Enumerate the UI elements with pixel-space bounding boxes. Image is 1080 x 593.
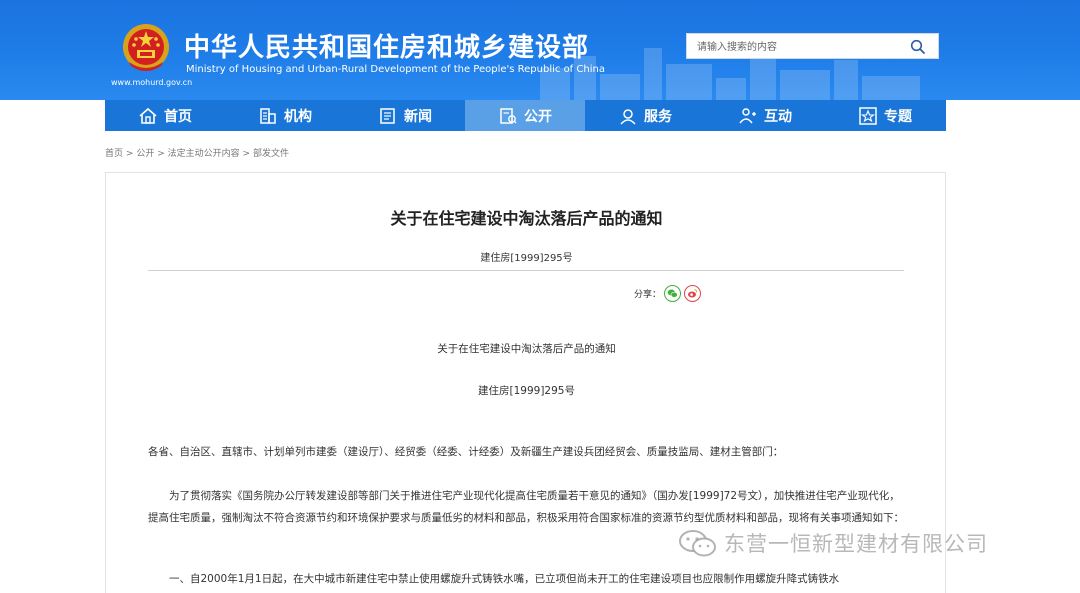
breadcrumb: 首页 > 公开 > 法定主动公开内容 > 部发文件 bbox=[105, 146, 289, 159]
breadcrumb-separator: > bbox=[157, 149, 165, 159]
search-box bbox=[686, 33, 939, 59]
nav-item-label: 公开 bbox=[524, 108, 552, 125]
site-url: www.mohurd.gov.cn bbox=[111, 78, 193, 87]
nav-item-label: 服务 bbox=[644, 108, 672, 125]
nav-item-label: 互动 bbox=[764, 108, 792, 125]
wechat-watermark-icon bbox=[679, 530, 716, 557]
paragraph-intro: 为了贯彻落实《国务院办公厅转发建设部等部门关于推进住宅产业现代化提高住宅质量若干… bbox=[148, 490, 904, 524]
nav-item-label: 机构 bbox=[284, 108, 312, 125]
share-bar: 分享： bbox=[634, 285, 702, 302]
article-title: 关于在住宅建设中淘汰落后产品的通知 bbox=[390, 209, 663, 228]
nav-item-label: 专题 bbox=[884, 108, 912, 125]
weibo-icon bbox=[688, 289, 698, 298]
breadcrumb-item-statutory[interactable]: 法定主动公开内容 bbox=[168, 149, 240, 159]
title-divider bbox=[148, 270, 904, 271]
home-icon bbox=[139, 107, 157, 124]
paragraph-item-1: 一、自2000年1月1日起，在大中城市新建住宅中禁止使用螺旋升式铸铁水嘴，已立项… bbox=[169, 573, 840, 585]
site-name: 中华人民共和国住房和城乡建设部 bbox=[184, 33, 590, 63]
article-doc-number: 建住房[1999]295号 bbox=[480, 253, 573, 264]
breadcrumb-separator: > bbox=[125, 149, 134, 159]
share-label: 分享： bbox=[634, 290, 662, 300]
site-header: 中华人民共和国住房和城乡建设部 Ministry of Housing and … bbox=[0, 0, 1080, 100]
user-interaction-icon bbox=[739, 107, 756, 123]
nav-item-interaction[interactable]: 互动 bbox=[705, 100, 825, 131]
national-emblem-icon bbox=[123, 24, 169, 71]
nav-item-label: 新闻 bbox=[404, 108, 432, 125]
news-icon bbox=[380, 107, 395, 124]
paragraph-addressees: 各省、自治区、直辖市、计划单列市建委（建设厅）、经贸委（经委、计经委）及新疆生产… bbox=[148, 446, 784, 458]
building-icon bbox=[260, 107, 276, 124]
wechat-share-button[interactable] bbox=[664, 285, 682, 302]
nav-item-open[interactable]: 公开 bbox=[465, 100, 585, 131]
page: 中华人民共和国住房和城乡建设部 Ministry of Housing and … bbox=[0, 0, 1080, 593]
wechat-icon bbox=[667, 289, 678, 298]
search-input[interactable] bbox=[697, 38, 897, 56]
search-icon[interactable] bbox=[910, 39, 926, 55]
breadcrumb-separator: > bbox=[242, 149, 251, 159]
document-icon bbox=[500, 107, 517, 124]
nav-item-home[interactable]: 首页 bbox=[105, 100, 225, 131]
nav-item-label: 首页 bbox=[164, 108, 192, 125]
main-nav: 首页 机构 新闻 公开 服务 互动 专题 bbox=[105, 100, 946, 131]
nav-item-topics[interactable]: 专题 bbox=[825, 100, 945, 131]
body-title: 关于在住宅建设中淘汰落后产品的通知 bbox=[437, 343, 616, 355]
breadcrumb-item-documents[interactable]: 部发文件 bbox=[253, 149, 289, 159]
watermark: 东营一恒新型建材有限公司 bbox=[678, 528, 988, 558]
watermark-text: 东营一恒新型建材有限公司 bbox=[724, 532, 988, 556]
nav-item-news[interactable]: 新闻 bbox=[345, 100, 465, 131]
breadcrumb-item-open[interactable]: 公开 bbox=[136, 149, 154, 159]
star-icon bbox=[859, 106, 877, 125]
site-name-english: Ministry of Housing and Urban-Rural Deve… bbox=[186, 64, 605, 75]
weibo-share-button[interactable] bbox=[684, 285, 702, 302]
nav-item-service[interactable]: 服务 bbox=[585, 100, 705, 131]
body-doc-number: 建住房[1999]295号 bbox=[478, 385, 575, 397]
nav-item-organization[interactable]: 机构 bbox=[225, 100, 345, 131]
service-icon bbox=[620, 108, 636, 125]
breadcrumb-item-home[interactable]: 首页 bbox=[105, 149, 123, 159]
